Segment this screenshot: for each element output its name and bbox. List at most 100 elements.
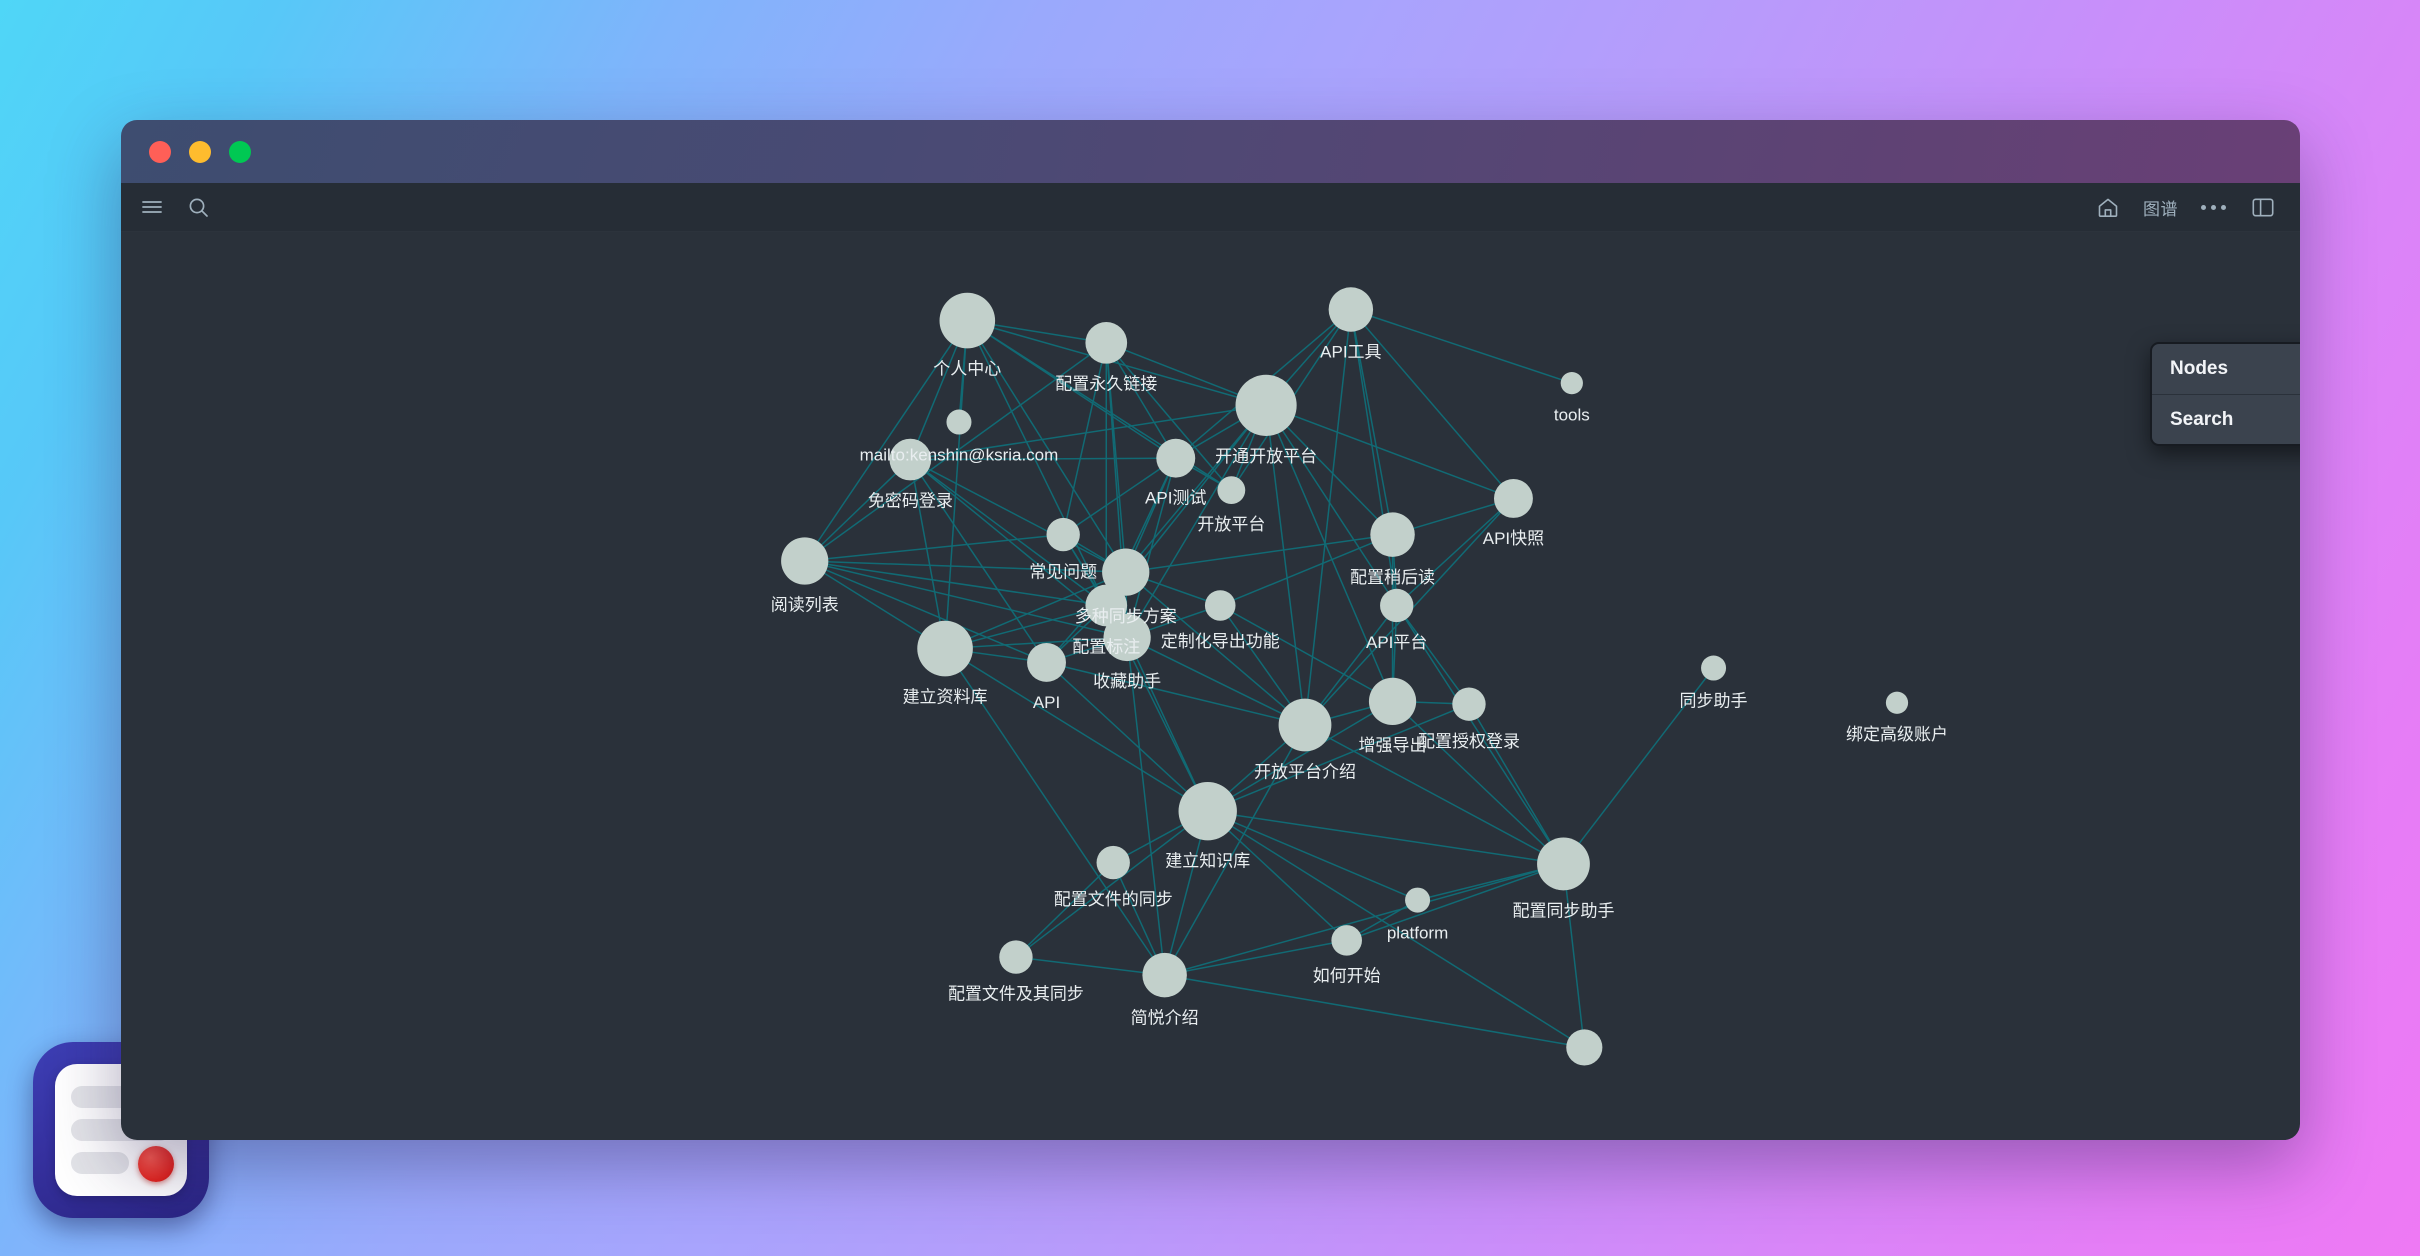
graph-edge xyxy=(1219,604,1393,703)
graph-edge xyxy=(909,458,1127,573)
graph-edge xyxy=(1015,956,1165,976)
graph-node[interactable] xyxy=(1096,845,1130,880)
graph-node-label: 配置授权登录 xyxy=(1418,732,1520,751)
sidebar-toggle-icon[interactable] xyxy=(2248,190,2278,224)
home-icon[interactable] xyxy=(2093,190,2123,224)
app-icon-bar xyxy=(71,1152,129,1174)
graph-edge xyxy=(1207,810,1564,865)
graph-node-label: 同步助手 xyxy=(1680,692,1748,711)
window-titlebar xyxy=(121,120,2300,183)
graph-node-label: 多种同步方案 xyxy=(1075,607,1177,626)
graph-edge xyxy=(1125,533,1393,573)
graph-node[interactable] xyxy=(939,292,996,349)
graph-node[interactable] xyxy=(1493,479,1533,518)
graph-node-label: 配置永久链接 xyxy=(1055,375,1157,394)
graph-node-label: 配置标注 xyxy=(1072,637,1140,656)
graph-node[interactable] xyxy=(1560,372,1583,395)
graph-edge xyxy=(909,459,946,649)
graph-visualization[interactable]: 个人中心配置永久链接 API工具 tools mailto:kenshin@ksria… xyxy=(121,232,2300,1140)
graph-node[interactable] xyxy=(1178,781,1237,841)
graph-node[interactable] xyxy=(1217,476,1246,505)
graph-node-label: 免密码登录 xyxy=(868,491,953,510)
close-button[interactable] xyxy=(149,140,171,163)
context-menu-item-nodes[interactable]: Nodes xyxy=(2152,344,2300,394)
graph-node[interactable] xyxy=(1328,287,1374,332)
graph-node-label: 开放平台 xyxy=(1197,515,1265,534)
context-menu-label: Search xyxy=(2170,408,2234,430)
graph-node[interactable] xyxy=(1235,374,1297,436)
minimize-button[interactable] xyxy=(189,140,211,163)
graph-node[interactable] xyxy=(1566,1029,1603,1066)
graph-edge xyxy=(1350,308,1573,384)
graph-node[interactable] xyxy=(1370,512,1415,557)
graph-node-label: mailto:kenshin@ksria.com xyxy=(860,446,1059,465)
graph-edge xyxy=(1396,497,1514,607)
graph-edge xyxy=(1015,810,1209,958)
graph-node[interactable] xyxy=(781,537,829,585)
graph-node-label: 绑定高级账户 xyxy=(1846,725,1948,744)
graph-node[interactable] xyxy=(1027,643,1066,682)
graph-node[interactable] xyxy=(1885,691,1909,714)
graph-node-label: 阅读列表 xyxy=(771,596,839,615)
graph-node[interactable] xyxy=(1204,590,1236,621)
graph-node[interactable] xyxy=(1368,677,1417,725)
graph-node-label: API xyxy=(1033,693,1060,712)
graph-node[interactable] xyxy=(1331,925,1362,956)
graph-label-layer: 个人中心配置永久链接 API工具 tools mailto:kenshin@ksria… xyxy=(771,343,1948,1028)
graph-node-label: 配置文件及其同步 xyxy=(948,985,1084,1004)
context-menu-item-search[interactable]: Search xyxy=(2152,394,2300,444)
graph-node[interactable] xyxy=(1380,588,1414,623)
graph-node-label: 常见问题 xyxy=(1029,562,1097,581)
toolbar-right-group: 图谱 xyxy=(2093,190,2278,224)
graph-node-label: 配置文件的同步 xyxy=(1054,890,1173,909)
search-icon[interactable] xyxy=(183,190,213,224)
graph-node-label: 收藏助手 xyxy=(1093,672,1161,691)
graph-node-label: 建立资料库 xyxy=(903,687,988,706)
context-menu-label: Nodes xyxy=(2170,358,2229,379)
graph-canvas[interactable]: 个人中心配置永久链接 API工具 tools mailto:kenshin@ksria… xyxy=(121,232,2300,1140)
graph-edge xyxy=(804,533,1064,562)
graph-node[interactable] xyxy=(1537,837,1590,891)
graph-node-label: 开放平台介绍 xyxy=(1254,762,1356,781)
toolbar-left-group xyxy=(137,190,213,224)
graph-node[interactable] xyxy=(1405,887,1431,913)
maximize-button[interactable] xyxy=(229,140,251,163)
app-toolbar: 图谱 xyxy=(121,183,2300,232)
traffic-light-group xyxy=(149,140,251,163)
graph-node[interactable] xyxy=(999,940,1033,974)
graph-node-label: 如何开始 xyxy=(1313,967,1381,986)
graph-node[interactable] xyxy=(1156,438,1196,478)
graph-edge xyxy=(1164,863,1564,976)
graph-node-layer xyxy=(781,287,1909,1066)
graph-edge xyxy=(1304,309,1352,726)
graph-node[interactable] xyxy=(1085,321,1128,364)
graph-node-label: 配置稍后读 xyxy=(1350,568,1435,587)
graph-edge xyxy=(1207,703,1470,812)
hamburger-icon[interactable] xyxy=(137,190,167,224)
graph-edge xyxy=(1015,862,1114,958)
app-window: 图谱 个人中心配置永久链接 API工具 tools mailto:kenshin@ks… xyxy=(121,120,2300,1140)
graph-node-label: tools xyxy=(1554,405,1590,424)
graph-node-label: 配置同步助手 xyxy=(1512,901,1614,920)
graph-node[interactable] xyxy=(946,409,972,435)
graph-edge xyxy=(1164,974,1585,1049)
graph-node-label: 个人中心 xyxy=(933,359,1001,378)
graph-node[interactable] xyxy=(1046,517,1080,552)
graph-node[interactable] xyxy=(1142,952,1187,998)
graph-node-label: 简悦介绍 xyxy=(1131,1008,1199,1027)
graph-node[interactable] xyxy=(1701,655,1727,681)
graph-node-label: 增强导出 xyxy=(1359,736,1427,755)
graph-edge xyxy=(1562,863,1586,1048)
graph-node[interactable] xyxy=(1278,698,1332,752)
graph-node-label: API工具 xyxy=(1320,343,1381,362)
app-icon-badge-dot xyxy=(138,1146,174,1182)
graph-node-label: API测试 xyxy=(1145,489,1206,508)
graph-node[interactable] xyxy=(917,620,973,677)
graph-node-label: API平台 xyxy=(1366,633,1427,652)
ellipsis-icon[interactable] xyxy=(2198,190,2228,224)
graph-mode-label[interactable]: 图谱 xyxy=(2143,195,2178,220)
graph-node-label: API快照 xyxy=(1483,529,1544,548)
graph-node-label: platform xyxy=(1387,924,1448,943)
graph-node[interactable] xyxy=(1452,687,1486,721)
graph-node-label: 定制化导出功能 xyxy=(1161,632,1280,651)
